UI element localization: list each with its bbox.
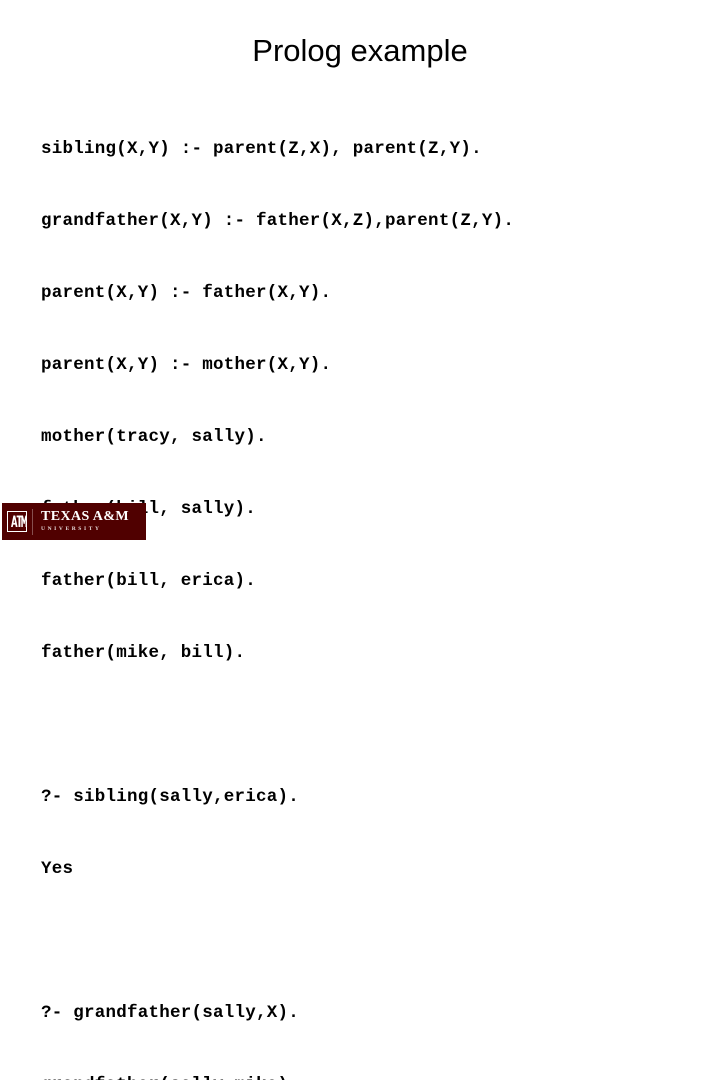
code-line: grandfather(X,Y) :- father(X,Z),parent(Z…: [41, 211, 515, 231]
query-result-line: grandfather(sally,mike): [41, 1073, 681, 1080]
tamu-university-subtitle: UNIVERSITY: [41, 526, 102, 532]
code-line: sibling(X,Y) :- parent(Z,X), parent(Z,Y)…: [41, 139, 482, 159]
tamu-logo-divider: [32, 508, 33, 535]
query-line: ?- sibling(sally,erica).: [41, 787, 300, 807]
page-title: Prolog example: [252, 33, 468, 68]
tamu-wordmark: TEXAS A&M UNIVERSITY: [33, 509, 146, 534]
slide-canvas: Prolog example sibling(X,Y) :- parent(Z,…: [0, 0, 720, 1080]
code-spacer: [41, 929, 681, 953]
prolog-code-body: sibling(X,Y) :- parent(Z,X), parent(Z,Y)…: [41, 89, 681, 1080]
prolog-rules-block: sibling(X,Y) :- parent(Z,X), parent(Z,Y)…: [41, 89, 681, 713]
code-line: mother(tracy, sally).: [41, 427, 267, 447]
prolog-query-two-block: ?- grandfather(sally,X). grandfather(sal…: [41, 953, 681, 1080]
query-result-line: Yes: [41, 859, 74, 879]
tamu-footer-banner: TEXAS A&M UNIVERSITY: [2, 503, 146, 540]
code-spacer: [41, 713, 681, 737]
tamu-university-name: TEXAS A&M: [41, 509, 129, 524]
code-line: father(mike, bill).: [41, 643, 246, 663]
code-line: father(bill, erica).: [41, 571, 257, 591]
code-line: parent(X,Y) :- father(X,Y).: [41, 283, 332, 303]
tamu-atm-monogram-icon: [2, 503, 32, 540]
query-line: ?- grandfather(sally,X).: [41, 1003, 300, 1023]
prolog-query-one-block: ?- sibling(sally,erica). Yes: [41, 737, 681, 929]
code-line: parent(X,Y) :- mother(X,Y).: [41, 355, 332, 375]
